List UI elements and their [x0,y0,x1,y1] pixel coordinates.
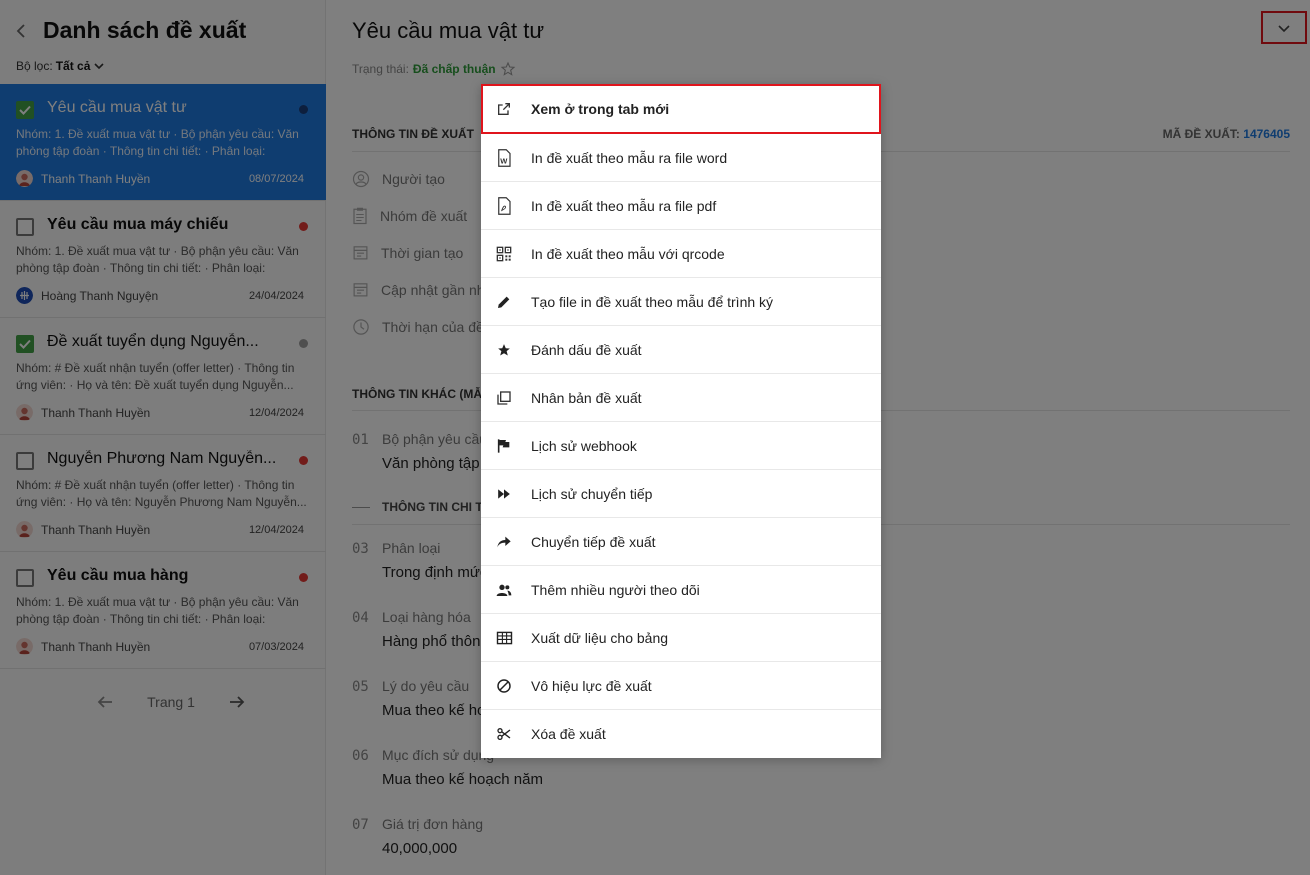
flag-icon [495,437,513,455]
menu-item-xuat-du-lieu-cho-bang[interactable]: Xuất dữ liệu cho bảng [481,614,881,662]
actions-menu: Xem ở trong tab mới W In đề xuất theo mẫu … [481,84,881,758]
star-icon [495,341,513,359]
menu-item-label: Xuất dữ liệu cho bảng [531,629,669,646]
fast-forward-icon [495,485,513,503]
ban-icon [495,677,513,695]
menu-item-label: In đề xuất theo mẫu với qrcode [531,245,725,262]
pdf-file-icon [495,196,513,215]
menu-item-label: Xem ở trong tab mới [531,101,670,117]
menu-item-nhan-ban-de-xuat[interactable]: Nhân bản đề xuất [481,374,881,422]
menu-item-label: Xóa đề xuất [531,726,606,742]
menu-item-vo-hieu-luc-de-xuat[interactable]: Vô hiệu lực đề xuất [481,662,881,710]
menu-item-in-de-xuat-theo-mau-ra-file-pdf[interactable]: In đề xuất theo mẫu ra file pdf [481,182,881,230]
users-icon [495,581,513,599]
menu-item-label: In đề xuất theo mẫu ra file pdf [531,197,717,214]
menu-item-label: Thêm nhiều người theo dõi [531,581,700,598]
menu-item-tao-file-in-de-xuat-theo-mau-de-trinh-ky[interactable]: Tạo file in đề xuất theo mẫu để trình ký [481,278,881,326]
pencil-icon [495,293,513,311]
menu-item-label: Tạo file in đề xuất theo mẫu để trình ký [531,293,774,310]
menu-item-label: Lịch sử chuyển tiếp [531,485,653,502]
menu-item-xoa-de-xuat[interactable]: Xóa đề xuất [481,710,881,758]
svg-text:W: W [500,156,508,165]
menu-item-in-de-xuat-theo-mau-ra-file-word[interactable]: W In đề xuất theo mẫu ra file word [481,134,881,182]
menu-item-them-nhieu-nguoi-theo-doi[interactable]: Thêm nhiều người theo dõi [481,566,881,614]
menu-item-label: Vô hiệu lực đề xuất [531,677,652,694]
menu-item-label: Chuyển tiếp đề xuất [531,533,656,550]
forward-arrow-icon [495,533,513,551]
menu-item-xem-o-trong-tab-moi[interactable]: Xem ở trong tab mới [481,84,881,134]
menu-item-label: Lịch sử webhook [531,437,637,454]
menu-item-label: Nhân bản đề xuất [531,389,642,406]
menu-item-in-de-xuat-theo-mau-voi-qrcode[interactable]: In đề xuất theo mẫu với qrcode [481,230,881,278]
menu-item-label: In đề xuất theo mẫu ra file word [531,149,728,166]
copy-icon [495,389,513,407]
menu-item-label: Đánh dấu đề xuất [531,341,642,358]
menu-item-lich-su-webhook[interactable]: Lịch sử webhook [481,422,881,470]
menu-item-danh-dau-de-xuat[interactable]: Đánh dấu đề xuất [481,326,881,374]
qrcode-icon [495,245,513,263]
menu-item-chuyen-tiep-de-xuat[interactable]: Chuyển tiếp đề xuất [481,518,881,566]
word-file-icon: W [495,148,513,167]
table-icon [495,629,513,647]
external-link-icon [495,100,513,118]
menu-item-lich-su-chuyen-tiep[interactable]: Lịch sử chuyển tiếp [481,470,881,518]
scissors-icon [495,725,513,743]
